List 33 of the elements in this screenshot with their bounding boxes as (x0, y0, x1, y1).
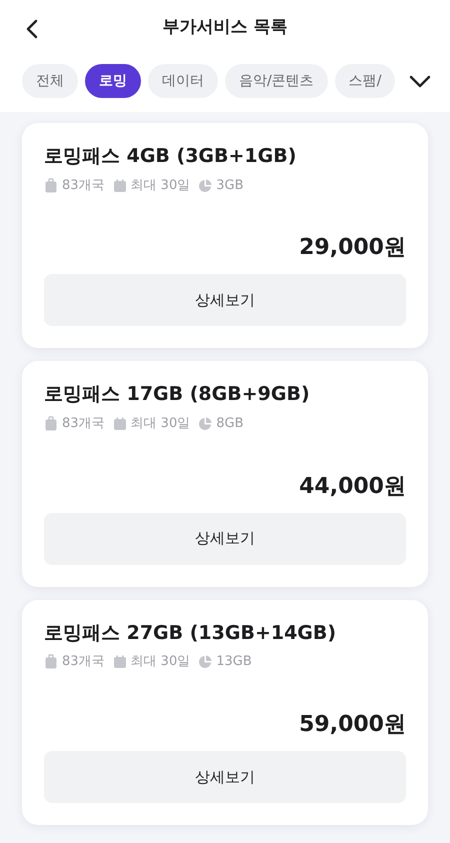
product-title: 로밍패스 27GB (13GB+14GB) (44, 622, 338, 644)
suitcase-icon (44, 654, 58, 670)
pie-chart-icon (198, 655, 212, 670)
country-count: 83개국 (62, 176, 105, 195)
price: 44,000원 (298, 472, 406, 501)
suitcase-icon (44, 178, 58, 194)
details-button[interactable]: 상세보기 (44, 274, 406, 326)
category-tab[interactable]: 음악/콘텐츠 (225, 64, 328, 98)
price: 29,000원 (298, 234, 406, 262)
data-amount: 8GB (216, 415, 244, 434)
page-title: 부가서비스 목록 (162, 16, 288, 40)
product-title: 로밍패스 17GB (8GB+9GB) (44, 383, 311, 406)
category-tab[interactable]: 데이터 (148, 64, 218, 98)
details-button[interactable]: 상세보기 (44, 750, 406, 803)
category-tab[interactable]: 전체 (22, 64, 78, 98)
calendar-icon (112, 416, 127, 431)
country-count: 83개국 (62, 653, 105, 672)
price: 59,000원 (298, 710, 406, 739)
suitcase-icon (44, 416, 58, 432)
country-count: 83개국 (62, 415, 105, 434)
pie-chart-icon (198, 178, 212, 193)
details-button[interactable]: 상세보기 (44, 512, 406, 565)
period-text: 최대 30일 (130, 176, 190, 195)
data-amount: 13GB (216, 653, 252, 672)
data-amount: 3GB (216, 176, 244, 195)
pie-chart-icon (198, 416, 212, 431)
category-tab[interactable]: 스팸/ (334, 64, 396, 98)
category-tab[interactable]: 로밍 (85, 64, 141, 98)
calendar-icon (112, 655, 127, 670)
calendar-icon (112, 178, 127, 193)
period-text: 최대 30일 (130, 653, 190, 672)
period-text: 최대 30일 (130, 415, 190, 434)
product-title: 로밍패스 4GB (3GB+1GB) (44, 145, 298, 168)
